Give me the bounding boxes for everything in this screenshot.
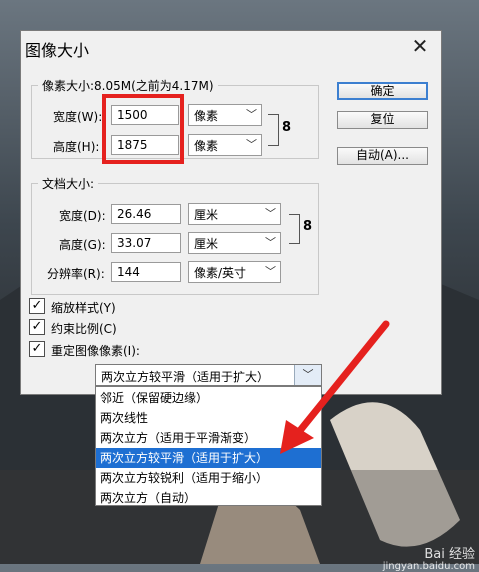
- doc-height-unit-value: 厘米: [194, 237, 219, 251]
- pixel-dimensions-legend: 像素大小:8.05M(之前为4.17M): [42, 79, 214, 93]
- chevron-down-icon: ﹀: [265, 207, 276, 220]
- doc-width-unit-select[interactable]: 厘米 ﹀: [188, 203, 281, 225]
- document-size-legend: 文档大小:: [42, 177, 95, 191]
- chevron-down-icon: ﹀: [246, 138, 257, 151]
- constrain-proportions-label: 约束比例(C): [51, 322, 117, 336]
- annotation-arrow-icon: [280, 320, 390, 454]
- resolution-unit-select[interactable]: 像素/英寸 ﹀: [188, 261, 281, 283]
- watermark-brand: Bai 经验: [424, 547, 475, 562]
- doc-height-label: 高度(G):: [59, 238, 106, 252]
- close-icon[interactable]: ✕: [403, 33, 437, 59]
- resample-selected-value: 两次立方较平滑（适用于扩大）: [101, 370, 270, 384]
- resolution-unit-value: 像素/英寸: [194, 266, 247, 280]
- chevron-down-icon: ﹀: [265, 265, 276, 278]
- highlight-box: [102, 94, 184, 164]
- chain-link-icon: 8: [303, 219, 313, 234]
- doc-width-unit-value: 厘米: [194, 208, 219, 222]
- doc-height-unit-select[interactable]: 厘米 ﹀: [188, 232, 281, 254]
- doc-link-bracket: [289, 214, 300, 244]
- pixel-link-bracket: [268, 114, 279, 146]
- resample-image-label: 重定图像像素(I):: [51, 344, 140, 358]
- dropdown-option[interactable]: 两次立方较锐利（适用于缩小）: [96, 468, 321, 488]
- doc-width-input[interactable]: 26.46: [111, 204, 181, 224]
- pixel-width-label: 宽度(W):: [53, 110, 103, 124]
- pixel-width-unit-value: 像素: [194, 109, 219, 123]
- resample-image-checkbox[interactable]: ✓: [29, 341, 45, 357]
- doc-width-label: 宽度(D):: [59, 209, 106, 223]
- doc-height-input[interactable]: 33.07: [111, 233, 181, 253]
- scale-styles-label: 缩放样式(Y): [51, 301, 116, 315]
- scale-styles-checkbox[interactable]: ✓: [29, 298, 45, 314]
- dropdown-option[interactable]: 两次立方（自动）: [96, 488, 321, 508]
- pixel-height-unit-select[interactable]: 像素 ﹀: [188, 134, 262, 156]
- watermark: Bai 经验 jingyan.baidu.com: [383, 543, 475, 572]
- reset-button[interactable]: 复位: [337, 111, 428, 129]
- dialog-title: 图像大小: [25, 41, 90, 60]
- pixel-height-unit-value: 像素: [194, 139, 219, 153]
- pixel-width-unit-select[interactable]: 像素 ﹀: [188, 104, 262, 126]
- chain-link-icon: 8: [282, 120, 292, 135]
- resolution-label: 分辨率(R):: [47, 267, 105, 281]
- pixel-height-label: 高度(H):: [53, 140, 100, 154]
- chevron-down-icon: ﹀: [265, 236, 276, 249]
- auto-button[interactable]: 自动(A)...: [337, 147, 428, 165]
- constrain-proportions-checkbox[interactable]: ✓: [29, 319, 45, 335]
- chevron-down-icon: ﹀: [246, 108, 257, 121]
- ok-button[interactable]: 确定: [337, 82, 428, 100]
- resolution-input[interactable]: 144: [111, 262, 181, 282]
- watermark-url: jingyan.baidu.com: [382, 561, 475, 572]
